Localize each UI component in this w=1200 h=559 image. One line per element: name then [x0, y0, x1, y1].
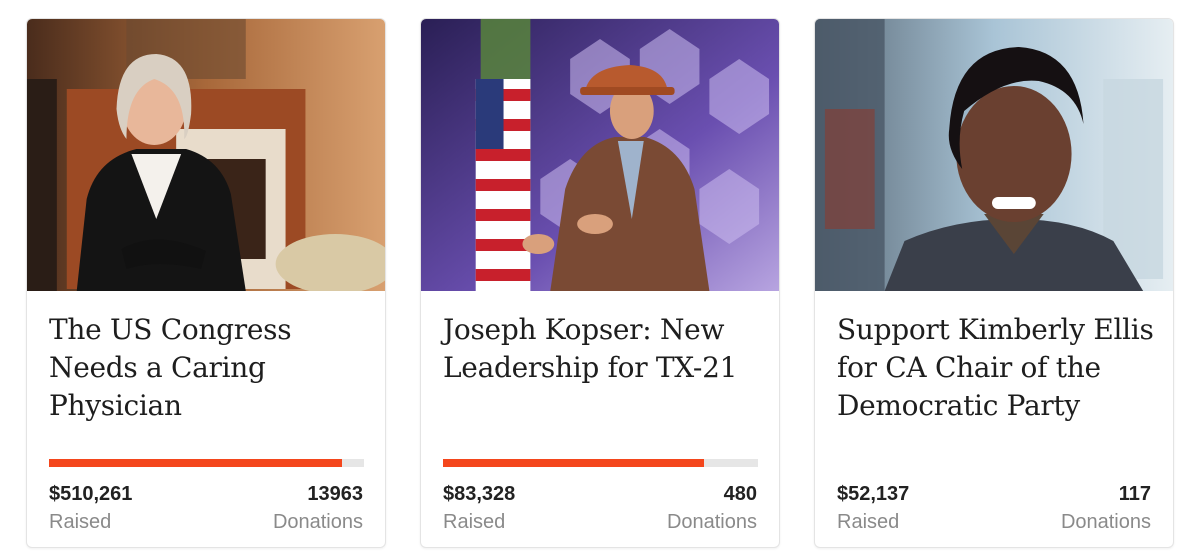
raised-label: Raised: [49, 511, 112, 533]
campaign-card[interactable]: Support Kimberly Ellis for CA Chair of t…: [814, 18, 1174, 548]
campaign-photo[interactable]: [27, 19, 385, 291]
raised-amount: $510,261: [49, 483, 133, 505]
donations-stat: 480 Donations: [667, 483, 757, 537]
donations-label: Donations: [666, 511, 757, 533]
raised-amount: $83,328: [443, 483, 516, 505]
campaign-photo[interactable]: [421, 19, 779, 291]
donations-label: Donations: [272, 511, 363, 533]
donations-count: 480: [723, 483, 757, 505]
progress-fill: [49, 459, 342, 467]
donations-label: Donations: [1060, 511, 1151, 533]
raised-amount: $52,137: [837, 483, 910, 505]
campaign-title[interactable]: Support Kimberly Ellis for CA Chair of t…: [837, 311, 1155, 425]
progress-bar: [49, 459, 364, 467]
campaign-card-grid: The US Congress Needs a Caring Physician…: [0, 0, 1200, 559]
campaign-title[interactable]: Joseph Kopser: New Leadership for TX-21: [443, 311, 761, 387]
donations-stat: 13963 Donations: [273, 483, 363, 537]
campaign-card[interactable]: The US Congress Needs a Caring Physician…: [26, 18, 386, 548]
raised-stat: $52,137 Raised: [837, 483, 909, 537]
donations-count: 117: [1118, 483, 1151, 505]
campaign-title[interactable]: The US Congress Needs a Caring Physician: [49, 311, 367, 425]
campaign-photo[interactable]: [815, 19, 1173, 291]
progress-fill: [443, 459, 705, 467]
raised-label: Raised: [443, 511, 506, 533]
donations-count: 13963: [307, 483, 363, 505]
raised-stat: $83,328 Raised: [443, 483, 515, 537]
raised-label: Raised: [837, 511, 900, 533]
campaign-card[interactable]: Joseph Kopser: New Leadership for TX-21 …: [420, 18, 780, 548]
raised-stat: $510,261 Raised: [49, 483, 132, 537]
progress-bar: [443, 459, 758, 467]
donations-stat: 117 Donations: [1061, 483, 1151, 537]
